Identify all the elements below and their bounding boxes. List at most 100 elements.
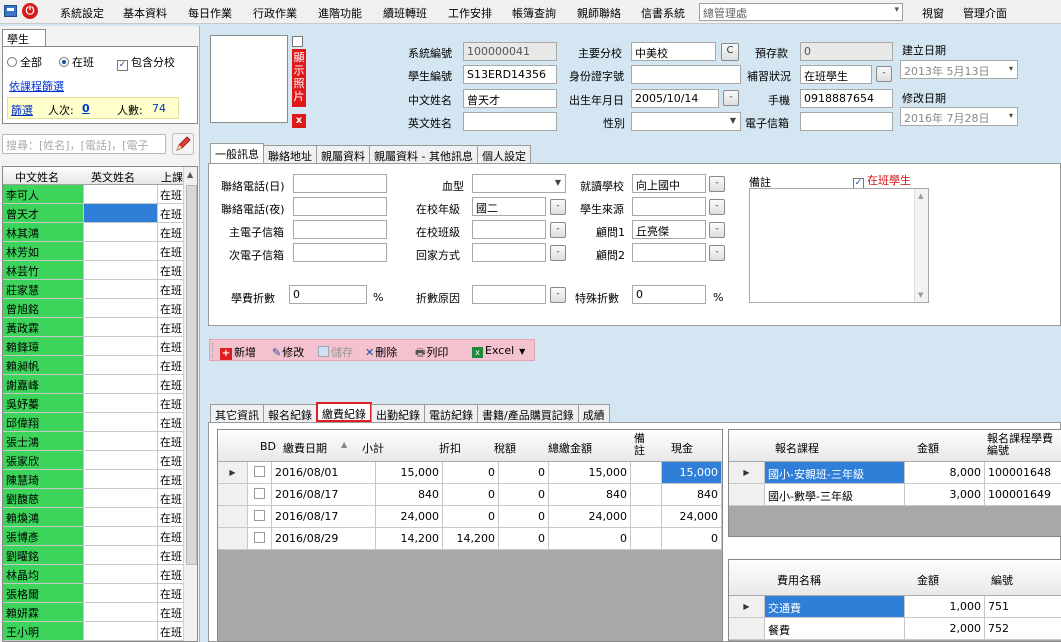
filter-link[interactable]: 篩選 [11,102,33,118]
student-row[interactable]: 張士鴻 在班 [3,432,183,451]
student-row[interactable]: 張格爾 在班 [3,584,183,603]
delete-button[interactable]: ✕刪除 [365,344,397,360]
student-row[interactable]: 李可人 在班 [3,185,183,204]
menu-system-settings[interactable]: 系統設定 [60,5,104,21]
grade-button[interactable]: - [550,199,566,215]
cname-field[interactable]: 曾天才 [463,89,557,108]
home-button[interactable]: - [550,245,566,261]
tab-payments[interactable]: 繳費紀錄 [316,402,372,422]
student-row[interactable]: 賴煥鴻 在班 [3,508,183,527]
idno-field[interactable] [631,65,741,84]
tutor-status-field[interactable]: 在班學生 [800,65,872,84]
scroll-up-icon[interactable]: ▲ [187,170,193,179]
menu-work-schedule[interactable]: 工作安排 [448,5,492,21]
student-row[interactable]: 劉曜銘 在班 [3,546,183,565]
row-pointer-icon[interactable]: ▶ [729,462,765,484]
row-pointer-icon[interactable]: ▶ [218,462,248,484]
student-row[interactable]: 謝嘉峰 在班 [3,375,183,394]
print-button[interactable]: 🖶列印 [415,344,448,363]
student-row[interactable]: 莊家慧 在班 [3,280,183,299]
bd-checkbox[interactable] [248,506,272,528]
menu-class-transfer[interactable]: 續班轉班 [383,5,427,21]
class-field[interactable] [472,220,546,239]
row-header[interactable] [218,528,248,550]
student-row[interactable]: 邱偉翔 在班 [3,413,183,432]
class-button[interactable]: - [550,222,566,238]
student-row[interactable]: 張家欣 在班 [3,451,183,470]
tab-phone-visits[interactable]: 電訪紀錄 [424,404,478,422]
student-row[interactable]: 林芸竹 在班 [3,261,183,280]
app-icon[interactable] [4,5,17,17]
col-expense-code[interactable]: 編號 [991,572,1013,588]
phone-day-field[interactable] [293,174,387,193]
school-button[interactable]: - [709,176,725,192]
note-scrollbar[interactable]: ▲ ▼ [914,189,928,302]
student-row[interactable]: 林芳如 在班 [3,242,183,261]
menu-daily-work[interactable]: 每日作業 [188,5,232,21]
tab-book-purchases[interactable]: 書籍/產品購買記錄 [477,404,579,422]
student-row[interactable]: 王小明 在班 [3,622,183,641]
tab-grades[interactable]: 成績 [577,404,610,422]
source-field[interactable] [632,197,706,216]
discount-field[interactable]: 0 [289,285,367,304]
col-expense-amount[interactable]: 金額 [917,572,939,588]
phone-night-field[interactable] [293,197,387,216]
discount-reason-button[interactable]: - [550,287,566,303]
tutor-status-button[interactable]: - [876,66,892,82]
col-course-code[interactable]: 報名課程學費編號 [987,433,1057,457]
row-header[interactable] [729,484,765,506]
col-status[interactable]: 上課 [161,169,183,185]
special-discount-field[interactable]: 0 [632,285,706,304]
student-row[interactable]: 賴妍霖 在班 [3,603,183,622]
student-row[interactable]: 劉馥慈 在班 [3,489,183,508]
mobile-field[interactable]: 0918887654 [800,89,893,108]
tab-general[interactable]: 一般訊息 [210,143,264,163]
edit-button[interactable]: ✎修改 [272,344,304,360]
blood-select[interactable]: ▼ [472,174,566,193]
save-button[interactable]: 儲存 [318,344,353,360]
col-course[interactable]: 報名課程 [775,440,819,456]
student-row[interactable]: 林其鴻 在班 [3,223,183,242]
col-tax[interactable]: 稅額 [494,440,516,456]
branch-select[interactable]: 總管理處 ▾ [699,3,903,21]
col-subtotal[interactable]: 小計 [362,440,384,456]
bd-checkbox[interactable] [248,484,272,506]
radio-all[interactable]: 全部 [7,54,42,70]
power-icon[interactable]: ⏻ [22,3,38,19]
scroll-up-icon[interactable]: ▲ [918,192,923,200]
ename-field[interactable] [463,112,557,131]
student-row[interactable]: 曾旭銘 在班 [3,299,183,318]
menu-ledger[interactable]: 帳簿查詢 [512,5,556,21]
scroll-down-icon[interactable]: ▼ [918,291,923,299]
col-total[interactable]: 總繳金額 [548,440,592,456]
pencil-icon[interactable] [172,133,194,155]
grade-field[interactable]: 國二 [472,197,546,216]
student-no-field[interactable]: S13ERD14356 [463,65,557,84]
advisor2-button[interactable]: - [709,245,725,261]
menu-letter-system[interactable]: 信書系統 [641,5,685,21]
note-textarea[interactable]: ▲ ▼ [749,188,929,303]
col-bd[interactable]: BD [260,440,276,453]
home-field[interactable] [472,243,546,262]
bd-checkbox[interactable] [248,528,272,550]
tab-other-info[interactable]: 其它資訊 [210,404,264,422]
delete-photo-button[interactable]: x [292,114,306,128]
branch-field[interactable]: 中美校 [631,42,716,61]
tab-address[interactable]: 聯絡地址 [263,145,317,163]
student-row[interactable]: 張博彥 在班 [3,527,183,546]
course-filter-link[interactable]: 依課程篩選 [9,78,64,94]
tab-enrollment[interactable]: 報名紀錄 [263,404,317,422]
menu-admin-interface[interactable]: 管理介面 [963,5,1007,21]
menu-parent-contact[interactable]: 親師聯絡 [577,5,621,21]
row-header[interactable] [729,618,765,640]
student-photo[interactable] [210,35,288,123]
add-button[interactable]: + 新增 [220,344,256,360]
student-row[interactable]: 陳慧琦 在班 [3,470,183,489]
excel-button[interactable]: x Excel ▼ [472,344,525,358]
menu-advanced[interactable]: 進階功能 [318,5,362,21]
student-row[interactable]: 吳妤蓁 在班 [3,394,183,413]
tab-attendance[interactable]: 出勤紀錄 [371,404,425,422]
school-field[interactable]: 向上國中 [632,174,706,193]
discount-reason-field[interactable] [472,285,546,304]
col-expense-name[interactable]: 費用名稱 [777,572,821,588]
